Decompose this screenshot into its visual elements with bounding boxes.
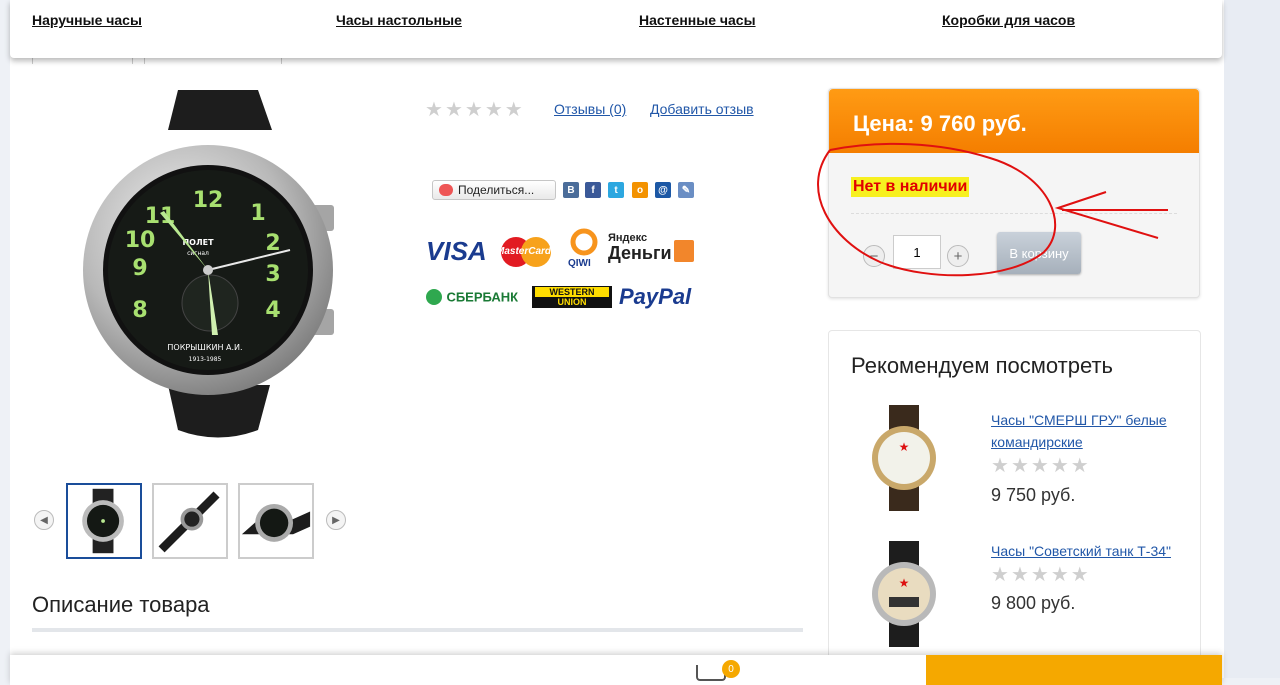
- add-review-link[interactable]: Добавить отзыв: [650, 101, 754, 117]
- vk-icon[interactable]: B: [563, 182, 579, 198]
- dial-sub: сигнал: [187, 250, 209, 257]
- svg-text:3: 3: [265, 262, 280, 287]
- share-button[interactable]: Поделиться...: [432, 180, 556, 200]
- nav-item-wristwatches[interactable]: Наручные часы: [32, 12, 142, 28]
- description-title: Описание товара: [32, 592, 210, 617]
- cart-count-badge: 0: [722, 660, 740, 678]
- product-main-image[interactable]: 12111 10 23 948 ПОЛЕТ сигнал ПОКРЫШКИН А.…: [80, 85, 350, 470]
- livejournal-icon[interactable]: ✎: [678, 182, 694, 198]
- twitter-icon[interactable]: t: [608, 182, 624, 198]
- recommended-item-1-rating: ★ ★ ★ ★ ★: [991, 456, 1089, 476]
- svg-text:★: ★: [899, 440, 910, 454]
- sberbank-icon: [426, 288, 442, 305]
- recommended-item-2-image[interactable]: ★: [865, 539, 945, 649]
- thumbnail-3[interactable]: [238, 483, 314, 559]
- watch-thumbnail-front-icon: [82, 488, 124, 554]
- thumbs-prev-button[interactable]: ◀: [34, 510, 54, 530]
- star-icon: ★: [1070, 455, 1089, 477]
- recommended-item-2-link[interactable]: Часы "Советский танк Т-34": [991, 540, 1191, 562]
- western-label: WESTERN: [535, 287, 609, 297]
- share-icon: [439, 184, 453, 196]
- svg-text:8: 8: [132, 298, 147, 323]
- recommended-item-2-rating: ★ ★ ★ ★ ★: [991, 565, 1089, 585]
- watch-thumbnail-side-icon: [158, 491, 220, 553]
- category-nav: Наручные часы Часы настольные Настенные …: [10, 0, 1222, 58]
- description-divider: [32, 628, 803, 632]
- recommended-panel: Рекомендуем посмотреть ★ Часы "СМЕРШ ГРУ…: [828, 330, 1201, 678]
- union-label: UNION: [557, 297, 587, 307]
- nav-item-table-clocks[interactable]: Часы настольные: [336, 12, 462, 28]
- product-rating[interactable]: ★ ★ ★ ★ ★: [425, 100, 523, 120]
- nav-item-watch-boxes[interactable]: Коробки для часов: [942, 12, 1075, 28]
- star-icon: ★: [504, 99, 523, 121]
- dial-years: 1913-1985: [189, 356, 222, 363]
- qiwi-icon: [570, 228, 598, 256]
- recommended-item-2-price: 9 800 руб.: [991, 593, 1076, 613]
- mastercard-logo: MasterCard: [494, 236, 558, 268]
- add-to-cart-button[interactable]: В корзину: [997, 232, 1081, 274]
- star-icon: ★: [1030, 455, 1049, 477]
- svg-text:10: 10: [125, 228, 156, 253]
- svg-text:4: 4: [265, 298, 280, 323]
- thumbs-next-button[interactable]: ▶: [326, 510, 346, 530]
- stock-status: Нет в наличии: [851, 177, 970, 197]
- buy-box-divider: [851, 213, 1177, 214]
- paypal-logo: PayPal: [619, 284, 692, 309]
- page-background-right: [1220, 0, 1280, 678]
- star-icon: ★: [1050, 564, 1069, 586]
- sberbank-label: СБЕРБАНК: [446, 289, 519, 305]
- mailru-icon[interactable]: @: [655, 182, 671, 198]
- star-icon: ★: [1030, 564, 1049, 586]
- recommended-item-1-link[interactable]: Часы "СМЕРШ ГРУ" белые командирские: [991, 409, 1191, 453]
- nav-item-wall-clocks[interactable]: Настенные часы: [639, 12, 756, 28]
- facebook-icon[interactable]: f: [585, 182, 601, 198]
- svg-text:9: 9: [132, 256, 147, 281]
- go-to-cart-button[interactable]: [926, 655, 1222, 685]
- recommended-item-1-price: 9 750 руб.: [991, 485, 1076, 505]
- qiwi-logo: QIWI: [566, 228, 602, 276]
- tab-strip-remnant: [32, 58, 282, 64]
- star-icon: ★: [444, 99, 463, 121]
- svg-text:12: 12: [193, 188, 224, 213]
- reviews-link[interactable]: Отзывы (0): [554, 101, 626, 117]
- western-union-logo: WESTERN UNION: [532, 286, 612, 308]
- recommended-item-1-image[interactable]: ★: [865, 403, 945, 513]
- star-icon: ★: [1010, 564, 1029, 586]
- star-icon: ★: [991, 564, 1009, 586]
- star-icon: ★: [991, 455, 1009, 477]
- sberbank-logo: СБЕРБАНК: [426, 288, 518, 306]
- star-icon: ★: [1010, 455, 1029, 477]
- star-icon: ★: [464, 99, 483, 121]
- quantity-decrease-button[interactable]: −: [863, 245, 885, 267]
- recommended-title: Рекомендуем посмотреть: [851, 353, 1114, 378]
- svg-text:★: ★: [899, 576, 910, 590]
- qiwi-label: QIWI: [568, 258, 591, 269]
- thumbnail-1[interactable]: [66, 483, 142, 559]
- svg-text:1: 1: [250, 201, 265, 226]
- thumbnail-2[interactable]: [152, 483, 228, 559]
- price-header: Цена: 9 760 руб.: [829, 89, 1199, 153]
- visa-logo: VISA: [426, 236, 487, 266]
- dial-name: ПОКРЫШКИН А.И.: [167, 343, 242, 352]
- yandex-money-logo: Яндекс Деньги: [608, 232, 698, 272]
- mastercard-label: MasterCard: [496, 246, 552, 257]
- star-icon: ★: [1070, 564, 1089, 586]
- star-icon: ★: [484, 99, 503, 121]
- star-icon: ★: [1050, 455, 1069, 477]
- watch-thumbnail-angle-icon: [241, 503, 311, 542]
- star-icon: ★: [425, 99, 443, 121]
- odnoklassniki-icon[interactable]: o: [632, 182, 648, 198]
- yandex-wallet-icon: [674, 240, 694, 262]
- price-label: Цена: 9 760 руб.: [853, 111, 1027, 136]
- quantity-increase-button[interactable]: +: [947, 245, 969, 267]
- buy-box: Цена: 9 760 руб. Нет в наличии − + В кор…: [828, 88, 1200, 298]
- share-label: Поделиться...: [458, 183, 535, 197]
- bottom-cart-bar: 0: [10, 655, 1222, 685]
- quantity-input[interactable]: [893, 235, 941, 269]
